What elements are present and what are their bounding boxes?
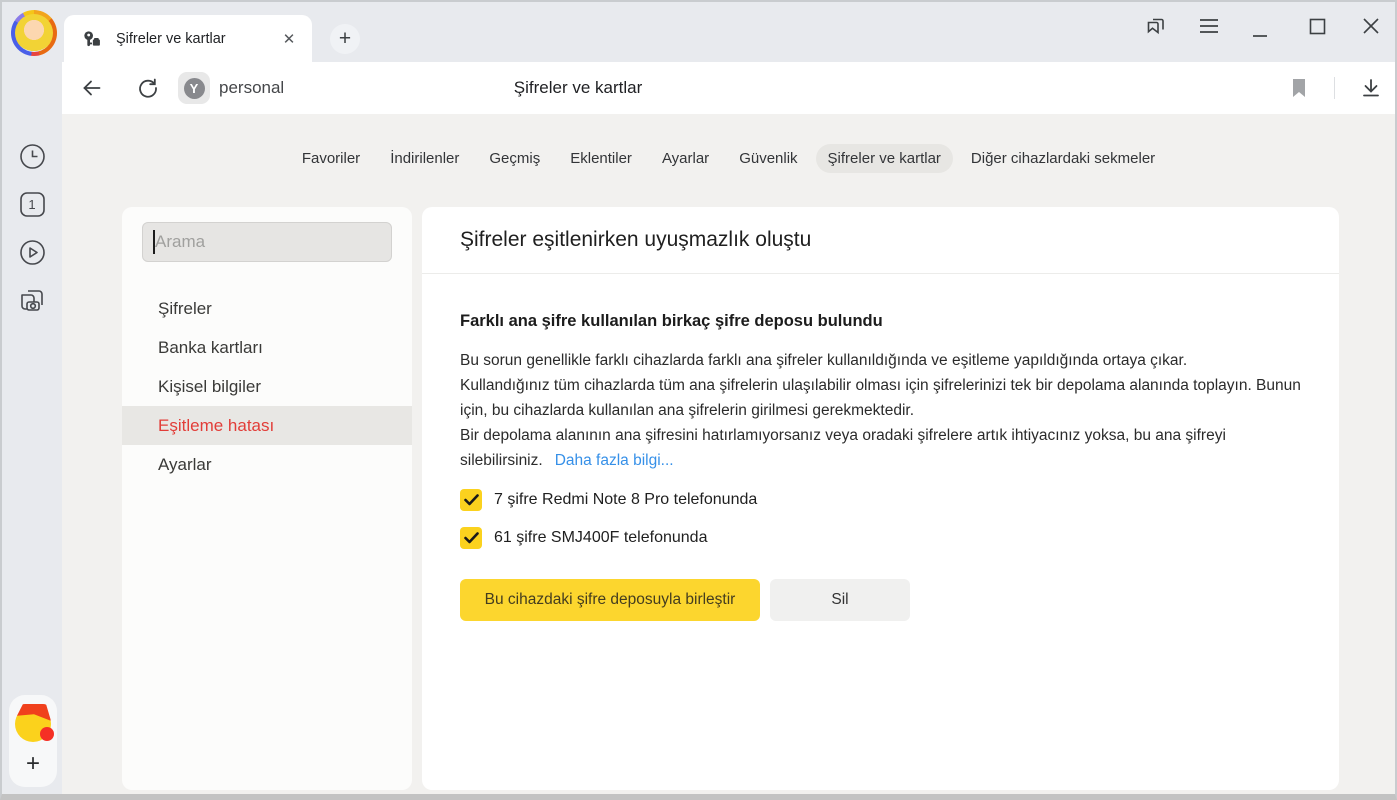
paragraph-3: Bir depolama alanının ana şifresini hatı… (460, 423, 1301, 473)
browser-tab[interactable]: Şifreler ve kartlar ✕ (64, 15, 312, 62)
nav-guvenlik[interactable]: Güvenlik (727, 144, 809, 173)
device-row: 7 şifre Redmi Note 8 Pro telefonunda (460, 489, 1301, 511)
checkbox-checked-icon[interactable] (460, 489, 482, 511)
browser-window: Şifreler ve kartlar ✕ + (0, 0, 1397, 800)
panel-item-sifreler[interactable]: Şifreler (122, 289, 412, 328)
panel-item-banka-kartlari[interactable]: Banka kartları (122, 328, 412, 367)
profile-badge-label: personal (219, 78, 284, 98)
maximize-icon[interactable] (1305, 14, 1329, 38)
nav-eklentiler[interactable]: Eklentiler (558, 144, 644, 173)
tab-count-badge[interactable]: 1 (18, 190, 46, 218)
panel-list: Şifreler Banka kartları Kişisel bilgiler… (122, 289, 412, 484)
tab-close-icon[interactable]: ✕ (278, 28, 300, 50)
add-shortcut-icon[interactable]: + (26, 752, 40, 776)
delete-button[interactable]: Sil (770, 579, 910, 621)
nav-favoriler[interactable]: Favoriler (290, 144, 372, 173)
browser-launcher-pill: + (9, 695, 57, 787)
device-row: 61 şifre SMJ400F telefonunda (460, 527, 1301, 549)
panel-item-ayarlar[interactable]: Ayarlar (122, 445, 412, 484)
close-window-icon[interactable] (1359, 14, 1383, 38)
nav-sifreler-ve-kartlar[interactable]: Şifreler ve kartlar (816, 144, 953, 173)
yandex-id-icon: Y (178, 72, 210, 104)
action-buttons: Bu cihazdaki şifre deposuyla birleştir S… (460, 579, 1301, 621)
nav-gecmis[interactable]: Geçmiş (477, 144, 552, 173)
yandex-browser-logo[interactable] (15, 706, 51, 742)
tab-count-label: 1 (28, 197, 35, 212)
settings-nav: Favoriler İndirilenler Geçmiş Eklentiler… (62, 144, 1395, 173)
page-title: Şifreler ve kartlar (514, 78, 642, 98)
card-title: Şifreler eşitlenirken uyuşmazlık oluştu (460, 228, 811, 252)
new-tab-button[interactable]: + (330, 24, 360, 54)
download-icon[interactable] (1359, 76, 1383, 100)
more-info-link[interactable]: Daha fazla bilgi... (555, 452, 674, 469)
conflict-subtitle: Farklı ana şifre kullanılan birkaç şifre… (460, 312, 1301, 331)
history-clock-icon[interactable] (18, 142, 46, 170)
tab-title: Şifreler ve kartlar (116, 31, 278, 47)
conflict-description: Bu sorun genellikle farklı cihazlarda fa… (460, 348, 1301, 473)
nav-indirilenler[interactable]: İndirilenler (378, 144, 471, 173)
paragraph-2: Kullandığınız tüm cihazlarda tüm ana şif… (460, 373, 1301, 423)
panel-item-esitleme-hatasi[interactable]: Eşitleme hatası (122, 406, 412, 445)
nav-diger-cihazlar[interactable]: Diğer cihazlardaki sekmeler (959, 144, 1167, 173)
nav-ayarlar[interactable]: Ayarlar (650, 144, 721, 173)
search-input[interactable] (142, 222, 392, 262)
card-header: Şifreler eşitlenirken uyuşmazlık oluştu (422, 207, 1339, 274)
paragraph-1: Bu sorun genellikle farklı cihazlarda fa… (460, 348, 1301, 373)
merge-button[interactable]: Bu cihazdaki şifre deposuyla birleştir (460, 579, 760, 621)
side-panel-icon[interactable] (1143, 14, 1167, 38)
toolbar-divider (1334, 77, 1335, 99)
back-icon[interactable] (80, 76, 104, 100)
sidebar-rail: 1 + (2, 62, 62, 794)
device-label: 7 şifre Redmi Note 8 Pro telefonunda (494, 491, 757, 509)
device-label: 61 şifre SMJ400F telefonunda (494, 529, 707, 547)
passwords-key-icon (82, 29, 102, 49)
profile-badge[interactable]: Y personal (178, 72, 284, 104)
screenshot-camera-icon[interactable] (18, 286, 46, 314)
minimize-icon[interactable] (1248, 20, 1272, 44)
sync-conflict-card: Şifreler eşitlenirken uyuşmazlık oluştu … (422, 207, 1339, 790)
passwords-sidebar-panel: Şifreler Banka kartları Kişisel bilgiler… (122, 207, 412, 790)
bookmark-icon[interactable] (1287, 76, 1311, 100)
titlebar: Şifreler ve kartlar ✕ + (2, 2, 1395, 62)
settings-page: Favoriler İndirilenler Geçmiş Eklentiler… (62, 114, 1395, 794)
play-media-icon[interactable] (18, 238, 46, 266)
menu-icon[interactable] (1197, 14, 1221, 38)
checkbox-checked-icon[interactable] (460, 527, 482, 549)
panel-item-kisisel-bilgiler[interactable]: Kişisel bilgiler (122, 367, 412, 406)
refresh-icon[interactable] (136, 76, 160, 100)
avatar-image (15, 14, 53, 52)
profile-avatar[interactable] (11, 10, 57, 56)
